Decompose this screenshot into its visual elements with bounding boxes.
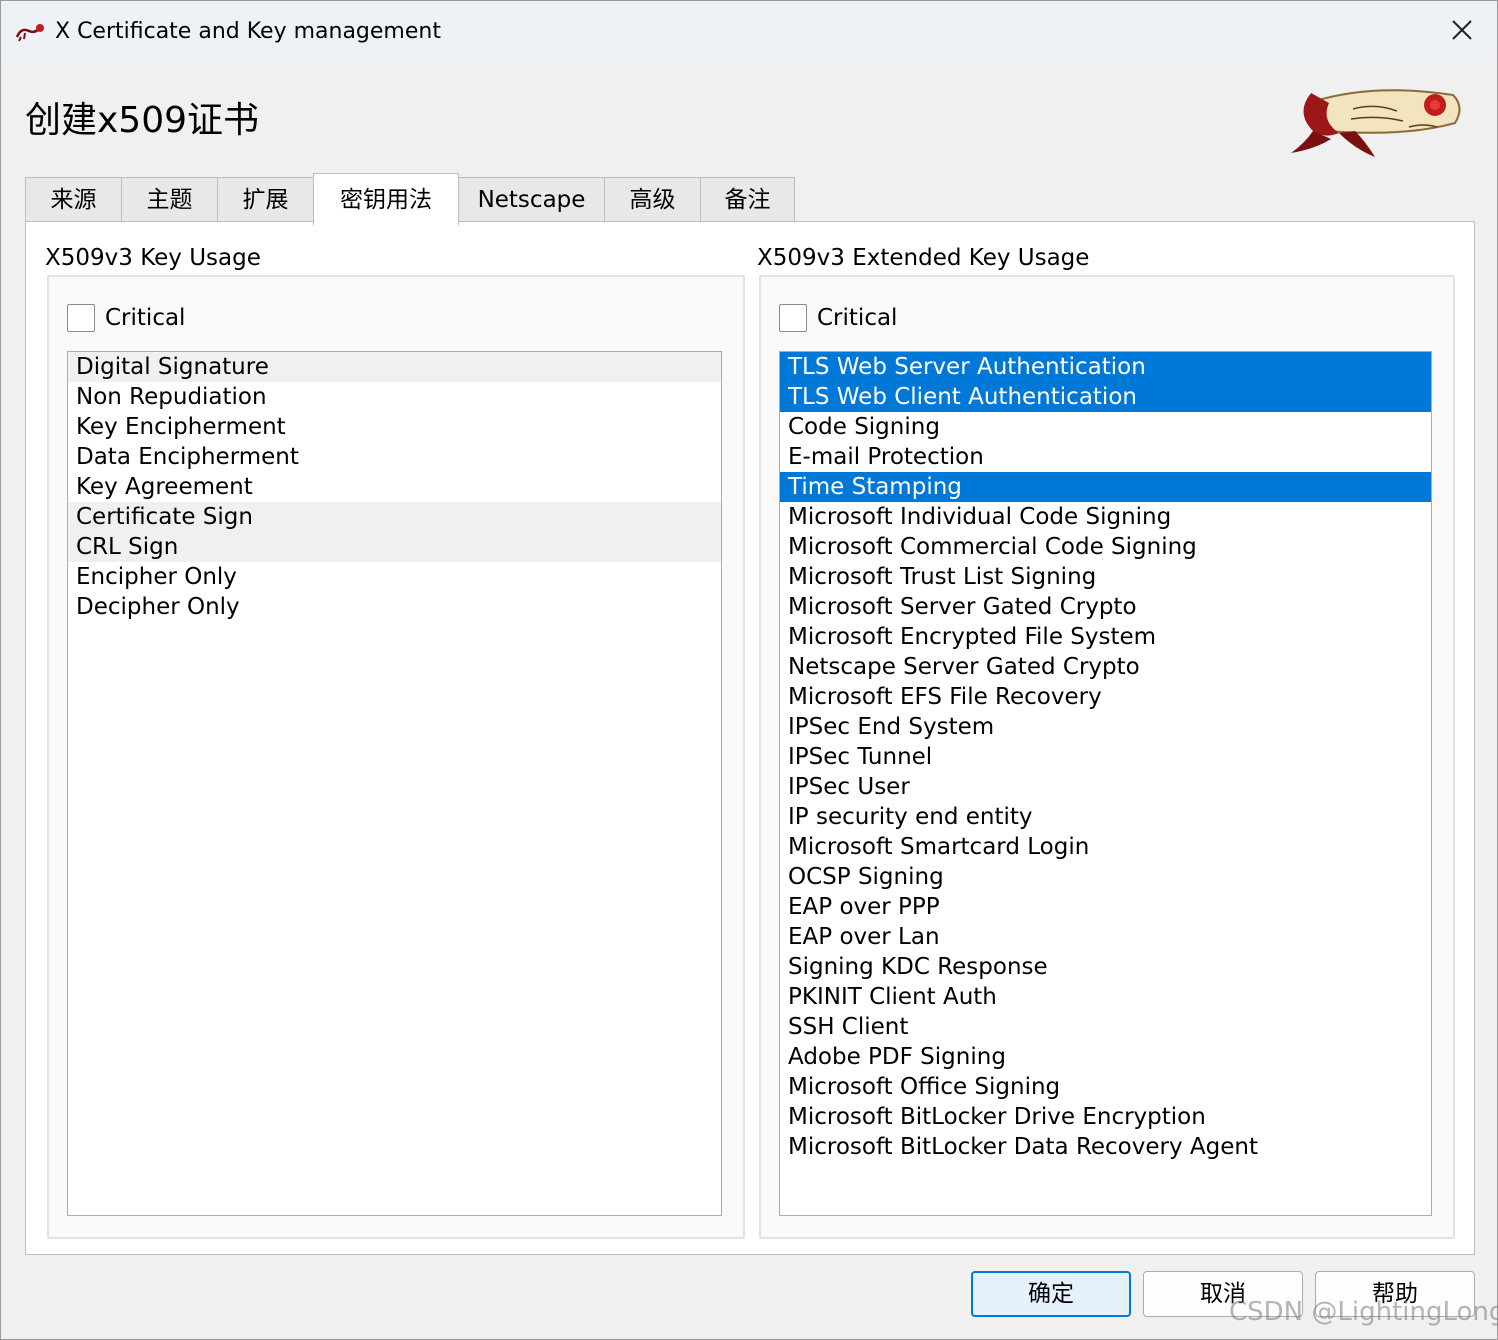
eku-list-item[interactable]: Microsoft Trust List Signing [780,562,1431,592]
eku-list-item[interactable]: Microsoft EFS File Recovery [780,682,1431,712]
key-usage-list-item[interactable]: Data Encipherment [68,442,721,472]
key-usage-list-item[interactable]: Non Repudiation [68,382,721,412]
title-bar: X Certificate and Key management [1,1,1497,61]
eku-list-item[interactable]: Microsoft Server Gated Crypto [780,592,1431,622]
key-usage-list-item[interactable]: Key Encipherment [68,412,721,442]
tab-advanced[interactable]: 高级 [604,177,701,223]
eku-critical-row[interactable]: Critical [779,303,897,333]
eku-critical-label: Critical [817,305,898,331]
extended-key-usage-title: X509v3 Extended Key Usage [757,245,1090,271]
eku-list-item[interactable]: Netscape Server Gated Crypto [780,652,1431,682]
dialog-window: X Certificate and Key management 创建x509证… [0,0,1498,1340]
close-icon [1452,20,1472,40]
eku-list-item[interactable]: Signing KDC Response [780,952,1431,982]
key-usage-list-item[interactable]: Certificate Sign [68,502,721,532]
eku-list-item[interactable]: Microsoft Smartcard Login [780,832,1431,862]
eku-list-item[interactable]: Time Stamping [780,472,1431,502]
close-button[interactable] [1427,1,1497,61]
eku-list-item[interactable]: TLS Web Client Authentication [780,382,1431,412]
eku-list-item[interactable]: IPSec Tunnel [780,742,1431,772]
tab-source[interactable]: 来源 [25,177,122,223]
tab-key-usage[interactable]: 密钥用法 [313,173,459,225]
eku-critical-checkbox[interactable] [779,304,807,332]
tab-extensions[interactable]: 扩展 [217,177,314,223]
key-usage-list[interactable]: Digital Signature Non Repudiation Key Enci… [67,351,722,1216]
eku-list-item[interactable]: E-mail Protection [780,442,1431,472]
eku-list-item[interactable]: IPSec End System [780,712,1431,742]
key-usage-list-item[interactable]: Key Agreement [68,472,721,502]
key-usage-list-item[interactable]: Digital Signature [68,352,721,382]
eku-list-item[interactable]: IP security end entity [780,802,1431,832]
window-title: X Certificate and Key management [55,19,441,44]
eku-list-item[interactable]: PKINIT Client Auth [780,982,1431,1012]
eku-list-item[interactable]: Code Signing [780,412,1431,442]
xca-scroll-logo [1285,83,1465,163]
key-usage-list-item[interactable]: Decipher Only [68,592,721,622]
eku-list-item[interactable]: Microsoft BitLocker Drive Encryption [780,1102,1431,1132]
eku-list-item[interactable]: Microsoft Encrypted File System [780,622,1431,652]
eku-list-item[interactable]: Microsoft Office Signing [780,1072,1431,1102]
page-title: 创建x509证书 [25,100,260,141]
extended-key-usage-list[interactable]: TLS Web Server Authentication TLS Web Cli… [779,351,1432,1216]
eku-list-item[interactable]: EAP over PPP [780,892,1431,922]
key-usage-title: X509v3 Key Usage [45,245,261,271]
tab-comment[interactable]: 备注 [700,177,795,223]
eku-list-item[interactable]: Microsoft Commercial Code Signing [780,532,1431,562]
key-usage-list-item[interactable]: CRL Sign [68,532,721,562]
tab-netscape[interactable]: Netscape [458,177,605,223]
eku-list-item[interactable]: TLS Web Server Authentication [780,352,1431,382]
key-usage-critical-label: Critical [105,305,186,331]
eku-list-item[interactable]: IPSec User [780,772,1431,802]
app-icon [15,21,45,43]
tab-subject[interactable]: 主题 [121,177,218,223]
key-usage-list-item[interactable]: Encipher Only [68,562,721,592]
ok-button[interactable]: 确定 [971,1271,1131,1317]
cancel-button[interactable]: 取消 [1143,1271,1303,1317]
eku-list-item[interactable]: SSH Client [780,1012,1431,1042]
eku-list-item[interactable]: EAP over Lan [780,922,1431,952]
help-button[interactable]: 帮助 [1315,1271,1475,1317]
eku-list-item[interactable]: Adobe PDF Signing [780,1042,1431,1072]
eku-list-item[interactable]: OCSP Signing [780,862,1431,892]
key-usage-critical-row[interactable]: Critical [67,303,185,333]
eku-list-item[interactable]: Microsoft BitLocker Data Recovery Agent [780,1132,1431,1162]
eku-list-item[interactable]: Microsoft Individual Code Signing [780,502,1431,532]
key-usage-critical-checkbox[interactable] [67,304,95,332]
